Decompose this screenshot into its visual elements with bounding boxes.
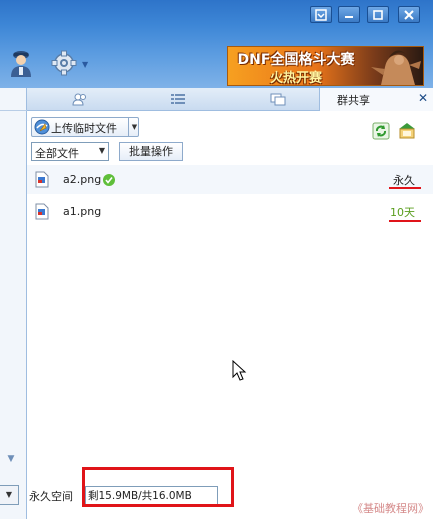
mouse-cursor-icon — [232, 360, 247, 381]
chevron-down-icon[interactable]: ▼ — [2, 448, 20, 470]
maximize-icon — [373, 10, 383, 20]
list-item[interactable]: a2.png 永久 — [27, 165, 433, 194]
ad-fighter-image — [371, 50, 421, 85]
watermark: 《基础教程网》 — [352, 502, 429, 515]
batch-operation-button[interactable]: 批量操作 — [119, 142, 183, 161]
chevron-down-icon: ▼ — [98, 146, 105, 155]
expire-text: 永久 — [393, 174, 415, 187]
list-icon — [171, 94, 185, 104]
divider — [0, 110, 27, 111]
window-icon — [270, 93, 286, 106]
gear-icon[interactable] — [50, 50, 80, 76]
folder-up-icon[interactable] — [397, 120, 417, 140]
minimize-button[interactable] — [338, 6, 360, 23]
highlight-box — [82, 467, 234, 507]
toolbar-top: 上传临时文件 ▼ — [27, 111, 433, 141]
image-file-icon — [35, 171, 49, 188]
close-button[interactable] — [398, 6, 420, 23]
space-label: 永久空间 — [29, 490, 73, 503]
check-icon — [103, 174, 115, 186]
menu-button[interactable] — [310, 6, 332, 23]
tab-bar: 群共享 ✕ — [27, 88, 433, 111]
close-icon[interactable]: ✕ — [418, 91, 428, 105]
storage-footer: 永久空间 剩15.9MB/共16.0MB 《基础教程网》 — [27, 467, 433, 519]
refresh-icon[interactable] — [372, 122, 390, 140]
image-file-icon — [35, 203, 49, 220]
members-icon — [72, 93, 86, 106]
upload-label: 上传临时文件 — [51, 122, 117, 135]
close-icon — [404, 10, 414, 20]
maximize-button[interactable] — [367, 6, 389, 23]
upload-icon — [34, 119, 50, 135]
ad-title: DNF全国格斗大赛 — [237, 52, 355, 68]
left-panel: ▼ — [0, 88, 27, 519]
chevron-down-icon[interactable]: ▼ — [128, 118, 140, 136]
list-item[interactable]: a1.png 10天 — [27, 197, 433, 226]
minimize-icon — [345, 16, 353, 18]
menu-icon — [315, 9, 327, 21]
title-bar: ▼ DNF全国格斗大赛 火热开赛 — [0, 0, 433, 88]
chevron-down-icon[interactable]: ▼ — [82, 60, 88, 69]
file-filter-select[interactable]: 全部文件 ▼ — [31, 142, 109, 161]
ad-subtitle: 火热开赛 — [269, 71, 322, 86]
upload-temp-file-button[interactable]: 上传临时文件 ▼ — [31, 117, 139, 137]
highlight-underline — [389, 220, 421, 222]
tab-window[interactable] — [263, 88, 293, 110]
tab-group-share[interactable]: 群共享 ✕ — [319, 88, 433, 111]
tab-group-share-label: 群共享 — [337, 94, 370, 107]
file-name: a1.png — [63, 205, 102, 218]
user-avatar-icon[interactable] — [8, 48, 34, 78]
highlight-underline — [389, 187, 421, 189]
expire-text: 10天 — [390, 206, 415, 219]
ad-banner[interactable]: DNF全国格斗大赛 火热开赛 — [227, 46, 424, 86]
left-dropdown-button[interactable]: ▼ — [0, 485, 19, 505]
group-share-panel: 上传临时文件 ▼ 全部文件 ▼ 批量操作 a2.png 永久 a1.png 10… — [27, 111, 433, 519]
file-name: a2.png — [63, 173, 102, 186]
tab-members[interactable] — [65, 88, 95, 110]
tab-list[interactable] — [163, 88, 193, 110]
toolbar-filter: 全部文件 ▼ 批量操作 — [27, 141, 433, 163]
file-filter-value: 全部文件 — [35, 147, 79, 160]
